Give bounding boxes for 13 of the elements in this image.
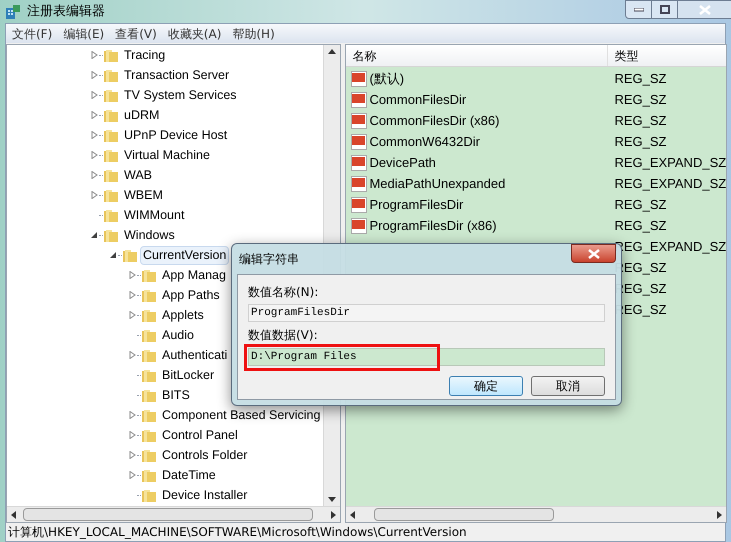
dialog-title: 编辑字符串 (239, 251, 299, 268)
value-type: REG_SZ (613, 196, 666, 214)
field-label: 数值名称(N): (248, 284, 320, 301)
field-label: 数值数据(V): (248, 328, 318, 342)
window-title: 注册表编辑器 (27, 2, 105, 21)
value-type: REG_SZ (613, 132, 666, 151)
value-type: REG_EXPAND_SZ (613, 154, 726, 172)
value-type: REG_SZ (613, 70, 666, 88)
value-type: REG_SZ (613, 216, 666, 235)
value-type: REG_EXPAND_SZ (613, 174, 726, 193)
value-type: REG_SZ (613, 258, 666, 277)
value-type: REG_SZ (613, 90, 666, 109)
value-type: REG_SZ (613, 112, 666, 130)
